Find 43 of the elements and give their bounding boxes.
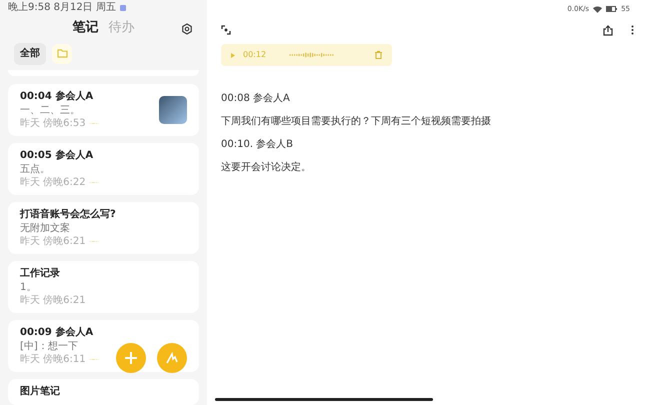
transcript-line: 00:08 参会人A — [221, 92, 291, 105]
note-title: 图片笔记 — [20, 384, 61, 399]
pen-stroke-icon — [166, 352, 178, 364]
audio-time: 00:12 — [243, 49, 266, 61]
battery-icon — [606, 6, 618, 12]
note-date: 昨天 傍晚6:21 — [20, 294, 86, 307]
note-title: 00:04 参会人A — [20, 90, 94, 104]
note-preview: 一、二、三。 — [20, 104, 81, 117]
note-title: 00:09 参会人A — [20, 326, 94, 340]
folder-button[interactable] — [52, 44, 72, 64]
transcript-line: 这要开会讨论决定。 — [221, 161, 312, 174]
folder-icon — [56, 49, 68, 58]
status-time: 晚上9:58 8月12日 周五 — [8, 2, 116, 13]
share-icon[interactable] — [603, 24, 613, 36]
note-title: 00:05 参会人A — [20, 148, 94, 163]
note-preview: [中]：想一下 — [20, 340, 79, 353]
note-date: 昨天 傍晚6:11 — [20, 352, 86, 366]
delete-icon[interactable] — [375, 51, 382, 59]
photo-placeholder — [159, 96, 187, 124]
notification-icon — [120, 4, 126, 11]
note-card[interactable]: 图片笔记 — [8, 378, 199, 405]
plus-icon — [125, 352, 137, 364]
note-preview: 1。 — [20, 280, 38, 294]
filter-chip[interactable]: 全部 — [14, 42, 46, 65]
note-date: 昨天 傍晚6:22 — [20, 176, 86, 189]
transcript-line: 00:10. 参会人B — [221, 138, 294, 151]
note-card[interactable]: 00:05 参会人A 五点。 昨天 傍晚6:22 — [8, 142, 199, 195]
note-date: 昨天 傍晚6:21 — [20, 234, 86, 248]
note-title: 打语音账号会怎么写? — [20, 208, 117, 222]
wifi-icon — [593, 6, 602, 12]
note-card[interactable]: 工作记录 1。 昨天 傍晚6:21 — [8, 260, 199, 313]
note-preview: 五点。 — [20, 162, 51, 176]
transcript-line: 下周我们有哪些项目需要执行的？下周有三个短视频需要拍摄 — [221, 115, 492, 128]
more-icon[interactable] — [631, 25, 634, 35]
note-date: 昨天 傍晚6:53 — [20, 116, 86, 130]
play-icon[interactable] — [231, 52, 235, 58]
fullscreen-icon[interactable] — [221, 25, 231, 35]
note-title: 工作记录 — [20, 266, 61, 281]
note-card[interactable]: 00:04 参会人A 一、二、三。 昨天 傍晚6:53 — [8, 84, 199, 136]
note-preview: 无附加文案 — [20, 222, 71, 235]
settings-icon[interactable] — [181, 22, 193, 35]
note-card[interactable]: 打语音账号会怎么写? 无附加文案 昨天 傍晚6:21 — [8, 202, 199, 254]
tab[interactable]: 笔记 — [72, 18, 98, 38]
